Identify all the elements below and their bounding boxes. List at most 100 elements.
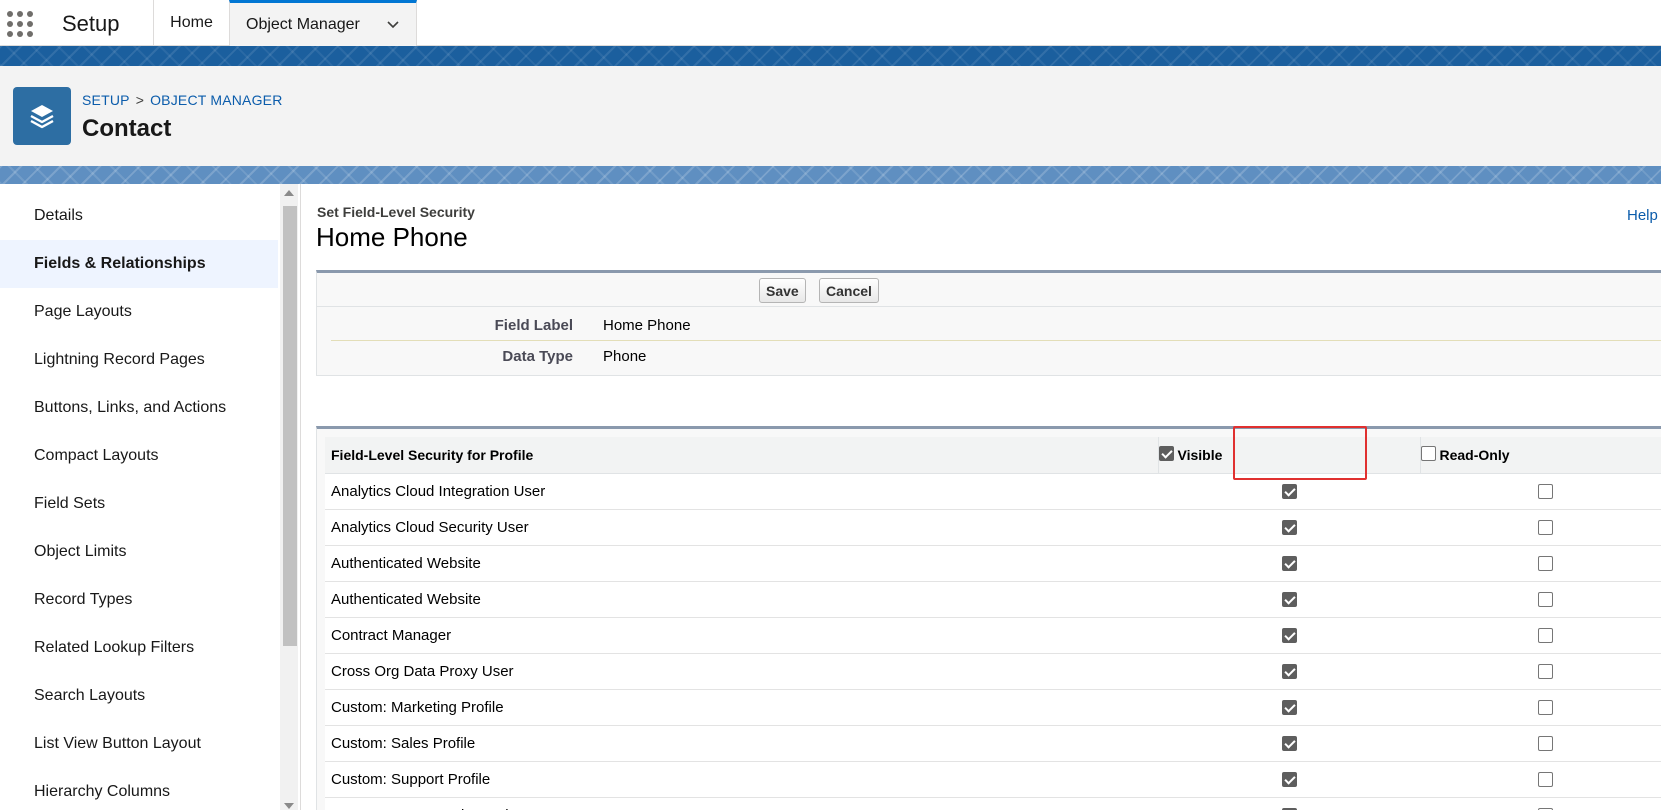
breadcrumb-separator: > (135, 92, 145, 108)
detail-row-data-type: Data Type Phone (331, 341, 1661, 372)
read-only-cell (1420, 725, 1661, 762)
read-only-checkbox[interactable] (1537, 700, 1553, 716)
app-name: Setup (62, 11, 120, 36)
field-detail-box: Save Cancel Field Label Home Phone Data … (316, 270, 1661, 376)
sidebar-scrollbar-thumb[interactable] (283, 206, 297, 646)
read-only-cell (1420, 545, 1661, 582)
table-row: Authenticated Website (325, 581, 1661, 618)
sidebar-item-hierarchy-columns[interactable]: Hierarchy Columns (0, 768, 278, 810)
profile-name: Authenticated Website (325, 581, 1158, 618)
profile-name: Cross Org Data Proxy User (325, 653, 1158, 690)
visible-checkbox[interactable] (1281, 736, 1297, 752)
read-only-checkbox[interactable] (1537, 664, 1553, 680)
detail-value: Home Phone (603, 317, 691, 334)
table-row: Customer Community Login User (325, 797, 1661, 810)
read-only-cell (1420, 509, 1661, 546)
profile-name: Custom: Marketing Profile (325, 689, 1158, 726)
profile-name: Custom: Sales Profile (325, 725, 1158, 762)
read-only-cell (1420, 797, 1661, 810)
table-row: Analytics Cloud Security User (325, 509, 1661, 546)
visible-cell (1158, 725, 1420, 762)
breadcrumb-object-manager[interactable]: OBJECT MANAGER (150, 92, 282, 108)
table-row: Custom: Support Profile (325, 761, 1661, 798)
visible-cell (1158, 689, 1420, 726)
sidebar: Details Fields & Relationships Page Layo… (0, 184, 280, 810)
sidebar-item-field-sets[interactable]: Field Sets (0, 480, 278, 528)
visible-all-checkbox[interactable] (1158, 446, 1174, 462)
read-only-cell (1420, 689, 1661, 726)
sidebar-item-object-limits[interactable]: Object Limits (0, 528, 278, 576)
visible-checkbox[interactable] (1281, 628, 1297, 644)
table-header-row: Field-Level Security for Profile Visible… (325, 437, 1661, 474)
visible-header-label: Visible (1177, 447, 1223, 464)
detail-value: Phone (603, 348, 647, 365)
table-row: Custom: Sales Profile (325, 725, 1661, 762)
sidebar-item-search-layouts[interactable]: Search Layouts (0, 672, 278, 720)
profile-name: Custom: Support Profile (325, 761, 1158, 798)
global-nav: Setup Home Object Manager (0, 0, 1661, 46)
read-only-checkbox[interactable] (1537, 772, 1553, 788)
breadcrumb: SETUP > OBJECT MANAGER (82, 92, 283, 108)
read-only-all-checkbox[interactable] (1420, 446, 1436, 462)
tab-object-manager[interactable]: Object Manager (229, 0, 417, 46)
read-only-checkbox[interactable] (1537, 556, 1553, 572)
sidebar-item-details[interactable]: Details (0, 192, 278, 240)
detail-row-field-label: Field Label Home Phone (331, 310, 1661, 341)
read-only-checkbox[interactable] (1537, 736, 1553, 752)
button-row: Save Cancel (317, 273, 1661, 307)
visible-cell (1158, 581, 1420, 618)
breadcrumb-setup[interactable]: SETUP (82, 92, 130, 108)
profile-name: Authenticated Website (325, 545, 1158, 582)
visible-cell (1158, 653, 1420, 690)
visible-checkbox[interactable] (1281, 520, 1297, 536)
sidebar-item-record-types[interactable]: Record Types (0, 576, 278, 624)
sidebar-item-page-layouts[interactable]: Page Layouts (0, 288, 278, 336)
profile-column-header: Field-Level Security for Profile (325, 437, 1159, 474)
visible-checkbox[interactable] (1281, 772, 1297, 788)
sidebar-item-fields-relationships[interactable]: Fields & Relationships (0, 240, 278, 288)
save-button[interactable]: Save (759, 278, 806, 303)
help-link[interactable]: Help (1627, 207, 1658, 224)
scroll-down-icon[interactable] (284, 803, 294, 809)
read-only-cell (1420, 653, 1661, 690)
profile-name: Customer Community Login User (325, 797, 1158, 810)
visible-cell (1158, 797, 1420, 810)
read-only-checkbox[interactable] (1537, 628, 1553, 644)
field-level-security-box: Field-Level Security for Profile Visible… (316, 426, 1661, 810)
visible-cell (1158, 473, 1420, 510)
layers-icon (13, 87, 71, 145)
visible-checkbox[interactable] (1281, 700, 1297, 716)
visible-cell (1158, 761, 1420, 798)
visible-checkbox[interactable] (1281, 592, 1297, 608)
object-header: SETUP > OBJECT MANAGER Contact (0, 66, 1661, 166)
visible-cell (1158, 617, 1420, 654)
sidebar-item-lightning-record-pages[interactable]: Lightning Record Pages (0, 336, 278, 384)
chevron-down-icon[interactable] (386, 17, 400, 31)
visible-checkbox[interactable] (1281, 664, 1297, 680)
visible-cell (1158, 545, 1420, 582)
read-only-cell (1420, 617, 1661, 654)
table-row: Custom: Marketing Profile (325, 689, 1661, 726)
read-only-column-header: Read-Only (1420, 437, 1661, 474)
read-only-checkbox[interactable] (1537, 592, 1553, 608)
sidebar-item-compact-layouts[interactable]: Compact Layouts (0, 432, 278, 480)
read-only-checkbox[interactable] (1537, 484, 1553, 500)
read-only-cell (1420, 581, 1661, 618)
scroll-up-icon[interactable] (284, 190, 294, 196)
app-launcher-icon[interactable] (6, 10, 33, 37)
sidebar-item-related-lookup-filters[interactable]: Related Lookup Filters (0, 624, 278, 672)
read-only-checkbox[interactable] (1537, 520, 1553, 536)
read-only-header-label: Read-Only (1439, 447, 1510, 464)
visible-checkbox[interactable] (1281, 484, 1297, 500)
decorative-band (0, 46, 1661, 66)
cancel-button[interactable]: Cancel (819, 278, 879, 303)
tab-home[interactable]: Home (153, 0, 229, 46)
profile-name: Contract Manager (325, 617, 1158, 654)
sidebar-item-buttons-links-actions[interactable]: Buttons, Links, and Actions (0, 384, 278, 432)
profile-name: Analytics Cloud Security User (325, 509, 1158, 546)
table-row: Authenticated Website (325, 545, 1661, 582)
sidebar-item-list-view-button-layout[interactable]: List View Button Layout (0, 720, 278, 768)
visible-checkbox[interactable] (1281, 556, 1297, 572)
field-level-security-table: Field-Level Security for Profile Visible… (325, 437, 1661, 810)
visible-column-header: Visible (1158, 437, 1421, 474)
